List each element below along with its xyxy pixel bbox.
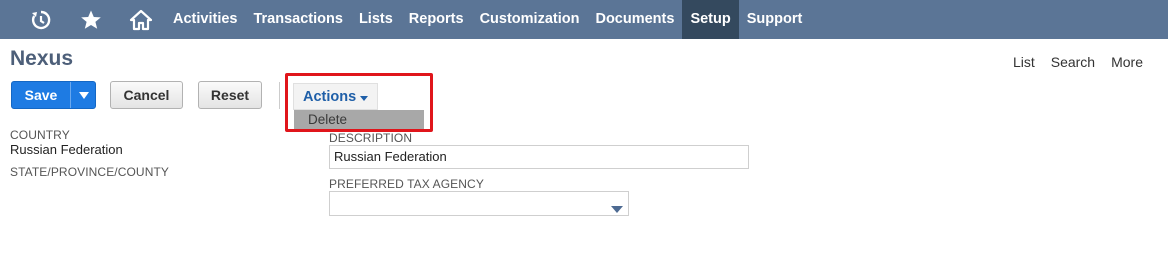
recent-icon[interactable] [21, 0, 61, 39]
actions-label: Actions [303, 88, 357, 105]
actions-menu-button[interactable]: Actions [293, 83, 378, 110]
save-button-label[interactable]: Save [12, 82, 70, 108]
save-button[interactable]: Save [11, 81, 96, 109]
nav-item-documents[interactable]: Documents [587, 0, 682, 39]
nav-item-customization[interactable]: Customization [472, 0, 588, 39]
star-icon[interactable] [71, 0, 111, 39]
top-navigation-bar: Activities Transactions Lists Reports Cu… [0, 0, 1168, 39]
dropdown-arrow-icon [611, 200, 623, 218]
toolbar-divider [279, 82, 280, 109]
home-icon[interactable] [121, 0, 161, 39]
description-field[interactable]: Russian Federation [329, 145, 749, 169]
menu-item-delete[interactable]: Delete [294, 110, 424, 130]
caret-down-icon [360, 89, 369, 105]
nav-item-activities[interactable]: Activities [165, 0, 245, 39]
more-link[interactable]: More [1111, 54, 1143, 70]
nav-item-setup[interactable]: Setup [682, 0, 739, 39]
country-value: Russian Federation [10, 142, 123, 157]
country-label: COUNTRY [10, 128, 70, 142]
cancel-button[interactable]: Cancel [110, 81, 183, 109]
tax-agency-label: PREFERRED TAX AGENCY [329, 177, 484, 191]
save-dropdown-arrow-icon[interactable] [71, 82, 96, 108]
search-link[interactable]: Search [1051, 54, 1095, 70]
tax-agency-select[interactable] [329, 191, 629, 216]
nav-item-lists[interactable]: Lists [351, 0, 401, 39]
main-menu: Activities Transactions Lists Reports Cu… [165, 0, 810, 39]
page-links: List Search More [1013, 54, 1143, 70]
description-label: DESCRIPTION [329, 131, 413, 145]
list-link[interactable]: List [1013, 54, 1035, 70]
page-title: Nexus [10, 47, 74, 70]
state-label: STATE/PROVINCE/COUNTY [10, 165, 170, 179]
nav-item-transactions[interactable]: Transactions [245, 0, 350, 39]
nav-item-support[interactable]: Support [739, 0, 811, 39]
nav-item-reports[interactable]: Reports [401, 0, 472, 39]
reset-button[interactable]: Reset [198, 81, 262, 109]
